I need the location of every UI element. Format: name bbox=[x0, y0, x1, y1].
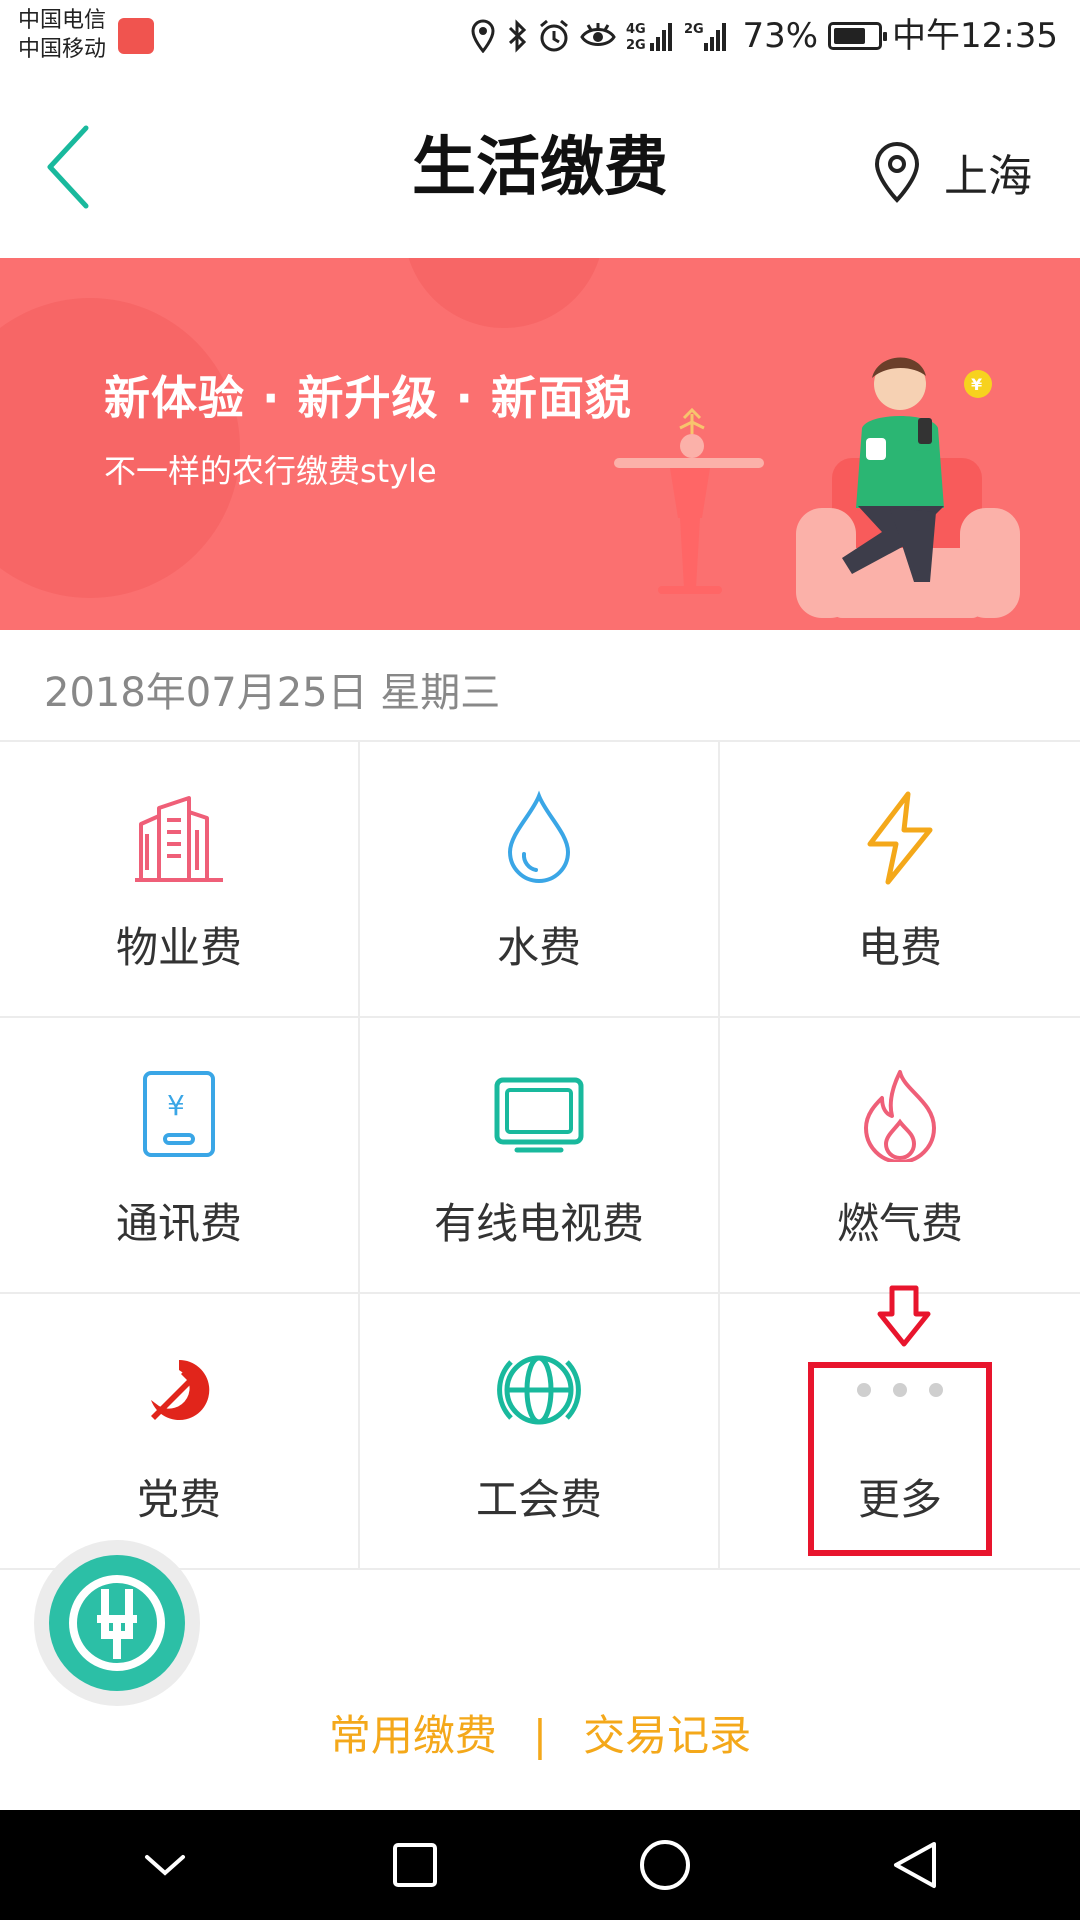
water-drop-icon bbox=[507, 790, 571, 883]
location-selector[interactable]: 上海 bbox=[872, 132, 1032, 212]
carrier-info: 中国电信 中国移动 bbox=[18, 6, 106, 64]
service-party-dues[interactable]: 党费 bbox=[0, 1294, 360, 1570]
circle-icon bbox=[640, 1840, 690, 1890]
building-icon bbox=[135, 796, 223, 882]
battery-icon bbox=[828, 22, 888, 50]
banner-illustration: ¥ bbox=[614, 357, 1020, 618]
service-water[interactable]: 水费 bbox=[360, 742, 720, 1018]
annotation-arrow-icon bbox=[877, 1285, 931, 1347]
location-pin-icon bbox=[874, 141, 920, 203]
triangle-back-icon bbox=[894, 1842, 936, 1888]
system-nav-bar bbox=[0, 1810, 1080, 1920]
signal-4g-icon: 4G2G bbox=[626, 22, 673, 53]
battery-level bbox=[834, 28, 865, 44]
battery-percent: 73% bbox=[742, 16, 819, 56]
nav-home-button[interactable] bbox=[625, 1825, 705, 1905]
abc-bank-logo-icon bbox=[69, 1575, 165, 1671]
service-label: 有线电视费 bbox=[433, 1199, 644, 1248]
carrier-2: 中国移动 bbox=[18, 37, 107, 62]
clock: 中午12:35 bbox=[892, 16, 1058, 56]
alarm-icon bbox=[540, 19, 569, 52]
abc-bank-notification-icon bbox=[118, 18, 154, 54]
phone-bill-icon: ¥ bbox=[143, 1071, 215, 1157]
hammer-sickle-icon bbox=[151, 1359, 210, 1420]
banner-decor-circle bbox=[404, 258, 604, 328]
annotation-highlight-box bbox=[808, 1362, 992, 1556]
coin-symbol: ¥ bbox=[971, 375, 982, 394]
service-label: 燃气费 bbox=[836, 1199, 963, 1248]
chevron-down-icon bbox=[145, 1855, 185, 1876]
common-payments-link[interactable]: 常用缴费 bbox=[329, 1711, 497, 1760]
current-date: 2018年07月25日 星期三 bbox=[44, 670, 501, 716]
network-label-2: 2G bbox=[626, 38, 646, 53]
square-icon bbox=[393, 1843, 437, 1887]
bluetooth-icon bbox=[509, 19, 527, 53]
date-row: 2018年07月25日 星期三 bbox=[0, 630, 1080, 742]
nav-hide-button[interactable] bbox=[125, 1825, 205, 1905]
service-label: 水费 bbox=[496, 923, 581, 972]
flame-icon bbox=[864, 1070, 936, 1162]
service-label: 工会费 bbox=[475, 1475, 602, 1524]
nav-recents-button[interactable] bbox=[375, 1825, 455, 1905]
signal-2g-icon: 2G bbox=[684, 22, 727, 51]
banner-subtitle: 不一样的农行缴费style bbox=[104, 452, 437, 490]
link-separator: | bbox=[532, 1711, 548, 1760]
service-label: 电费 bbox=[857, 923, 942, 972]
eye-comfort-icon bbox=[580, 23, 617, 46]
carrier-1: 中国电信 bbox=[18, 8, 107, 33]
bottom-links: 常用缴费 | 交易记录 bbox=[0, 1702, 1080, 1763]
promo-banner[interactable]: 新体验 · 新升级 · 新面貌 不一样的农行缴费style ¥ bbox=[0, 258, 1080, 630]
service-gas[interactable]: 燃气费 bbox=[720, 1018, 1080, 1294]
service-property[interactable]: 物业费 bbox=[0, 742, 360, 1018]
status-icons: 4G 2G 2G 73% 中午12:35 bbox=[470, 12, 1058, 60]
service-label: 物业费 bbox=[115, 923, 242, 972]
location-label: 上海 bbox=[944, 151, 1032, 202]
tv-icon bbox=[494, 1077, 584, 1153]
service-label: 党费 bbox=[136, 1475, 221, 1524]
transaction-records-link[interactable]: 交易记录 bbox=[583, 1711, 751, 1760]
union-icon bbox=[497, 1355, 581, 1425]
yuan-symbol: ¥ bbox=[167, 1089, 185, 1122]
service-label: 通讯费 bbox=[115, 1199, 242, 1248]
abc-bank-float-button[interactable] bbox=[34, 1540, 200, 1706]
banner-title: 新体验 · 新升级 · 新面貌 bbox=[104, 371, 633, 425]
nav-back-button[interactable] bbox=[875, 1825, 955, 1905]
service-union-dues[interactable]: 工会费 bbox=[360, 1294, 720, 1570]
network-label-1: 4G bbox=[626, 22, 646, 37]
status-bar: 中国电信 中国移动 4G 2G 2G 73% 中午12:35 bbox=[0, 0, 1080, 72]
network-label-3: 2G bbox=[684, 22, 704, 37]
service-electricity[interactable]: 电费 bbox=[720, 742, 1080, 1018]
service-cable-tv[interactable]: 有线电视费 bbox=[360, 1018, 720, 1294]
location-status-icon bbox=[471, 19, 495, 53]
service-telecom[interactable]: ¥ 通讯费 bbox=[0, 1018, 360, 1294]
app-header: 生活缴费 上海 bbox=[0, 72, 1080, 258]
lightning-icon bbox=[867, 791, 933, 885]
